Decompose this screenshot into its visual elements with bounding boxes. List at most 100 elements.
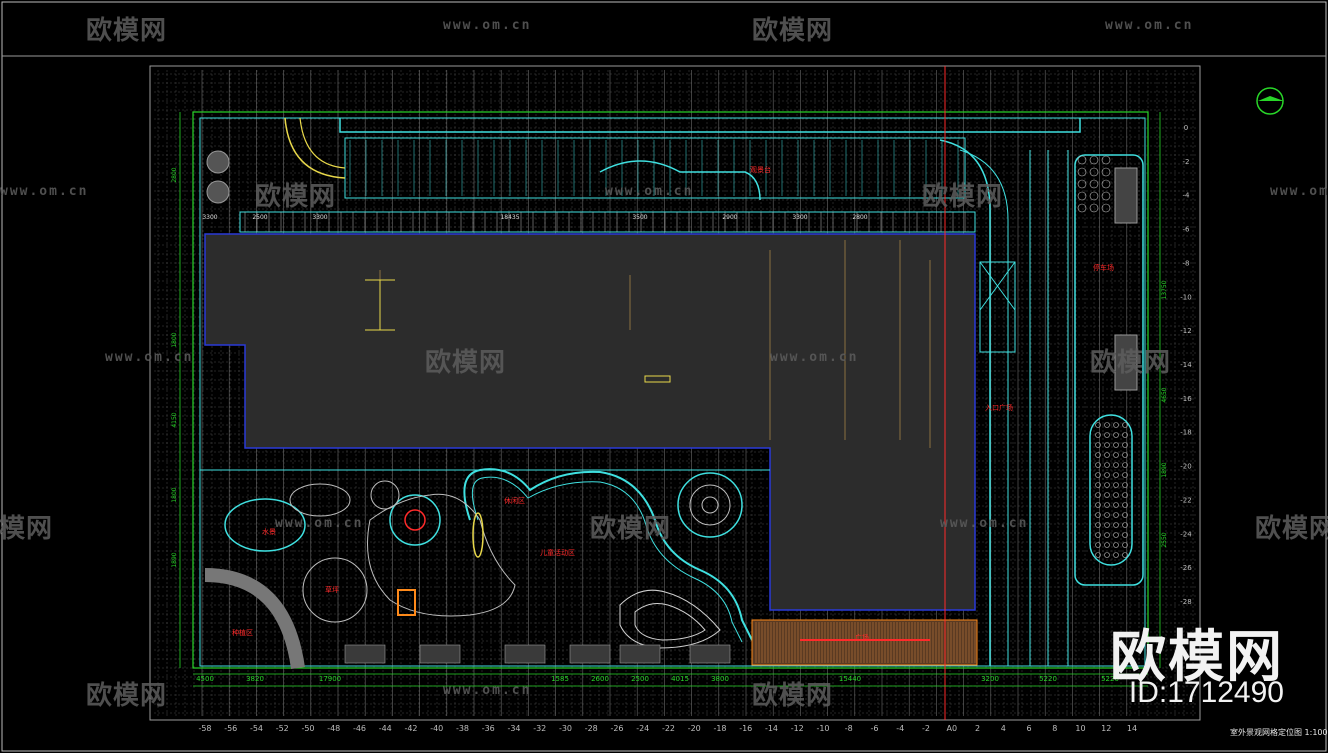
bottom-axis-label: -12 (791, 724, 804, 733)
watermark-logo: 欧模网 (590, 514, 672, 544)
paving-dot (1113, 482, 1119, 488)
paving-dot (1113, 432, 1119, 438)
right-axis-label: -26 (1180, 564, 1192, 572)
bottom-dimension-label: 3820 (246, 675, 264, 683)
top-dimension-label: 3300 (792, 214, 807, 221)
drawing-scale: 1:100 (1304, 728, 1328, 737)
brand-id-watermark: ID:1712490 (1128, 676, 1284, 709)
bottom-dimension-label: 17900 (319, 675, 341, 683)
drawing-title-block: 室外景观网格定位图 1:100 (1230, 727, 1328, 738)
watermark-url: www.om.cn (275, 516, 364, 531)
bottom-axis-label: -40 (430, 724, 443, 733)
bottom-axis-label: -48 (327, 724, 340, 733)
right-axis-label: -28 (1180, 598, 1191, 606)
garden-fountain (677, 472, 743, 538)
bottom-axis-label: -36 (482, 724, 495, 733)
bottom-planter (689, 644, 731, 664)
watermark-url: www.om.cn (940, 516, 1029, 531)
bottom-axis-label: -24 (636, 724, 649, 733)
zone-label: 草坪 (325, 585, 339, 594)
right-dimension-label: 4650 (1161, 387, 1168, 402)
bottom-dimension-label: 4015 (671, 675, 689, 683)
watermark-url: www.om.cn (443, 18, 532, 33)
bottom-dimension-label: 2600 (591, 675, 609, 683)
paving-dot (1113, 472, 1119, 478)
garden-mountain-contours-2 (634, 603, 706, 641)
bottom-axis-label: -34 (507, 724, 520, 733)
paving-dot (1104, 502, 1110, 508)
watermark-logo: 欧模网 (425, 348, 507, 378)
watermark-logo: 欧模网 (86, 681, 168, 711)
garden-fountain-core (701, 496, 719, 514)
bottom-axis-label: 6 (1026, 724, 1031, 733)
left-dimension-label: 1800 (171, 332, 178, 347)
watermark-url: www.om.cn (770, 350, 859, 365)
watermark-logo: 欧模网 (752, 681, 834, 711)
bottom-axis-label: -16 (739, 724, 752, 733)
right-dimension-label: 13750 (1161, 280, 1168, 299)
bottom-axis-label: -6 (871, 724, 879, 733)
paving-dot (1104, 552, 1110, 558)
top-path-strip (339, 118, 1081, 133)
paving-dot (1113, 452, 1119, 458)
watermark-url: www.om.cn (1105, 18, 1194, 33)
bottom-axis-label: -28 (585, 724, 598, 733)
right-axis-label: -14 (1180, 361, 1192, 369)
top-left-tree-2 (206, 180, 230, 204)
watermark-logo: 欧模网 (922, 182, 1004, 212)
zone-label: 停车场 (1093, 263, 1114, 272)
bottom-axis-label: -38 (456, 724, 469, 733)
bottom-axis-label: -58 (198, 724, 211, 733)
paving-dot (1104, 542, 1110, 548)
bottom-planter (569, 644, 611, 664)
zone-label: 儿童活动区 (540, 548, 575, 557)
top-left-curve (284, 117, 346, 179)
zone-label: 种植区 (232, 628, 253, 637)
paving-dot (1104, 462, 1110, 468)
paving-dot (1104, 432, 1110, 438)
bottom-axis-label: A0 (946, 724, 957, 733)
right-bench-box (1114, 167, 1138, 224)
top-dimension-label: 2800 (852, 214, 867, 221)
top-dimension-label: 3500 (632, 214, 647, 221)
right-axis-label: -8 (1183, 259, 1190, 267)
right-axis-label: -6 (1183, 226, 1191, 234)
right-axis-label: -24 (1180, 530, 1192, 538)
bottom-axis-label: -32 (533, 724, 546, 733)
left-dimension-label: 2800 (171, 167, 178, 182)
paving-dot (1113, 542, 1119, 548)
watermark-url: www.om.cn (0, 184, 89, 199)
watermark-logo: 欧模网 (752, 16, 834, 46)
right-axis-label: -10 (1180, 293, 1191, 301)
zone-label: 广场 (855, 633, 869, 642)
paving-dot (1104, 522, 1110, 528)
bottom-axis-label: 10 (1075, 724, 1085, 733)
bottom-dimension-label: 3200 (981, 675, 999, 683)
top-left-tree-1 (206, 150, 230, 174)
top-dimension-label: 3300 (202, 214, 217, 221)
paving-dot (1104, 472, 1110, 478)
watermark-url: www.om.cn (1270, 184, 1328, 199)
right-axis-label: -20 (1180, 463, 1191, 471)
right-planter-1 (979, 261, 1016, 353)
top-dimension-label: 2900 (722, 214, 737, 221)
bottom-axis-label: 4 (1001, 724, 1006, 733)
paving-dot (1104, 482, 1110, 488)
bottom-axis-label: -52 (276, 724, 289, 733)
garden-orange-deck (397, 589, 416, 616)
zone-label: 入口广场 (985, 403, 1013, 412)
bottom-planter (344, 644, 386, 664)
bottom-axis-label: -26 (610, 724, 623, 733)
bottom-dimension-label: 5220 (1039, 675, 1057, 683)
watermark-url: www.om.cn (605, 184, 694, 199)
bottom-grid-axis-labels: -58 -56 -54 -52 -50 -48 -46 -44 -42 -40 -38 -36 -34-… (198, 724, 1137, 733)
paving-dot (1113, 502, 1119, 508)
paving-dot (1104, 452, 1110, 458)
bottom-axis-label: -22 (662, 724, 675, 733)
watermark-logo: 欧模网 (1090, 348, 1172, 378)
bottom-dimension-label: 15440 (839, 675, 861, 683)
left-dimension-label: 4150 (171, 412, 178, 427)
bottom-dimension-label: 2500 (631, 675, 649, 683)
bottom-dimension-label: 1585 (551, 675, 569, 683)
bottom-dimension-label: 4500 (196, 675, 214, 683)
